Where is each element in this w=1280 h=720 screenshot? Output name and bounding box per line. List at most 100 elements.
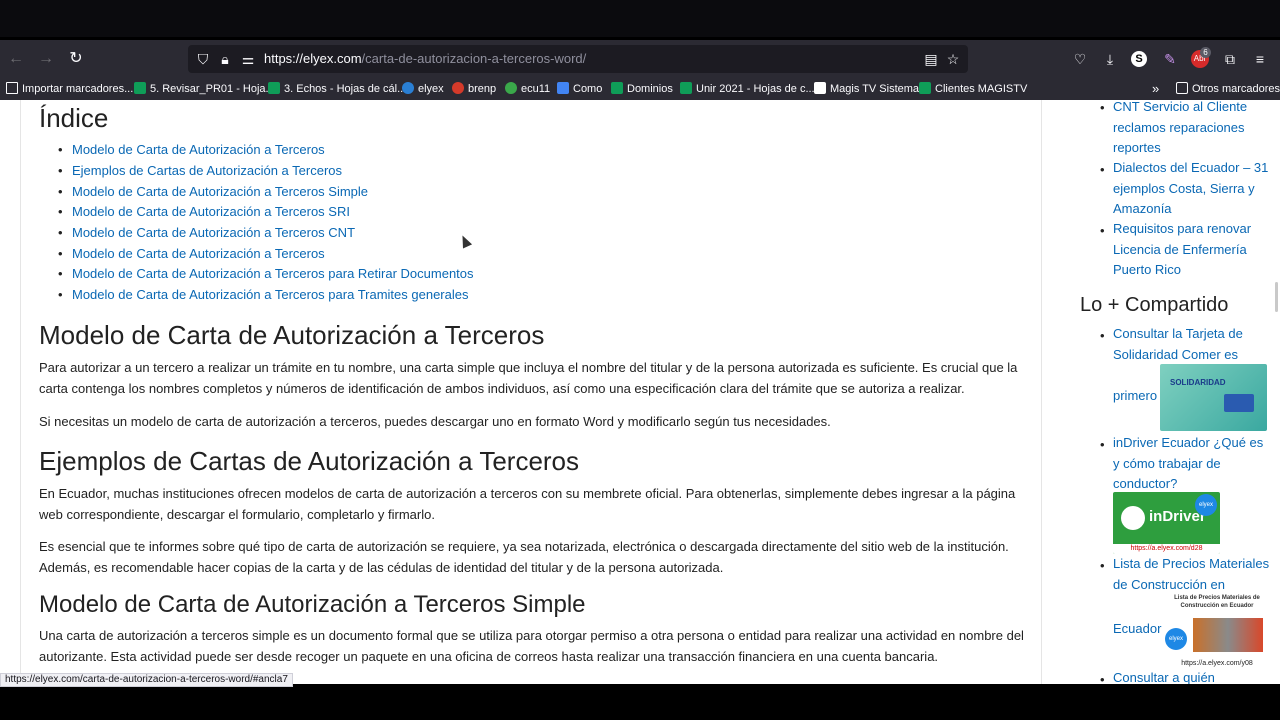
bullet-icon: • xyxy=(1100,558,1105,573)
feather-extension-icon[interactable]: ✎ xyxy=(1161,50,1179,68)
heading-simple: Modelo de Carta de Autorización a Tercer… xyxy=(39,591,586,618)
download-icon[interactable]: ⤓ xyxy=(1101,50,1119,68)
shared-link-tail[interactable]: primero xyxy=(1113,386,1163,407)
bookmark-como[interactable]: Como xyxy=(557,81,602,97)
forward-arrow-icon[interactable]: → xyxy=(36,49,56,69)
bookmark-label: Unir 2021 - Hojas de c... xyxy=(696,83,815,95)
pocket-icon[interactable]: ♡ xyxy=(1071,50,1089,68)
url-text[interactable]: https://elyex.com/carta-de-autorizacion-… xyxy=(264,51,586,66)
web-page: Índice Modelo de Carta de Autorización a… xyxy=(0,100,1280,684)
bookmark-label: elyex xyxy=(418,83,444,95)
paragraph: En Ecuador, muchas instituciones ofrecen… xyxy=(39,486,1016,522)
elyex-badge: elyex xyxy=(1195,494,1217,516)
bookmark-ecu11[interactable]: ecu11 xyxy=(505,81,550,97)
paragraph: Para autorizar a un tercero a realizar u… xyxy=(39,360,1018,396)
docs-icon xyxy=(557,82,569,94)
reload-icon[interactable]: ↻ xyxy=(66,49,86,69)
url-host: https://elyex.com xyxy=(264,51,362,66)
sheets-icon xyxy=(134,82,146,94)
import-icon xyxy=(6,82,18,94)
extensions-puzzle-icon[interactable]: ⧉ xyxy=(1221,50,1239,68)
heading-modelo: Modelo de Carta de Autorización a Tercer… xyxy=(39,320,545,350)
toc-link[interactable]: Modelo de Carta de Autorización a Tercer… xyxy=(58,287,469,302)
bookmark-label: Importar marcadores... xyxy=(22,83,134,95)
url-bar[interactable]: ⛉ 🔒︎ ⚌ https://elyex.com/carta-de-autori… xyxy=(188,45,968,73)
bookmark-star-icon[interactable]: ☆ xyxy=(944,50,962,68)
s-extension-icon[interactable]: S xyxy=(1131,51,1147,67)
bookmark-unir[interactable]: Unir 2021 - Hojas de c... xyxy=(680,81,815,97)
bookmark-magis[interactable]: Magis TV Sistema xyxy=(814,81,919,97)
sheets-icon xyxy=(268,82,280,94)
lock-icon[interactable]: 🔒︎ xyxy=(216,50,234,68)
bookmark-label: Dominios xyxy=(627,83,673,95)
toc-link[interactable]: Modelo de Carta de Autorización a Tercer… xyxy=(58,204,350,219)
sheets-icon xyxy=(919,82,931,94)
toc-link[interactable]: Modelo de Carta de Autorización a Tercer… xyxy=(58,225,355,240)
bookmark-dominios[interactable]: Dominios xyxy=(611,81,673,97)
back-arrow-icon[interactable]: ← xyxy=(6,49,26,69)
index-title: Índice xyxy=(39,103,109,133)
bookmark-otros[interactable]: Otros marcadores xyxy=(1176,81,1280,97)
paragraph: Si necesitas un modelo de carta de autor… xyxy=(39,414,831,429)
indriver-image[interactable]: inDriver elyex https://a.elyex.com/d28 xyxy=(1113,492,1220,554)
bullet-icon: • xyxy=(1100,100,1105,115)
elyex-badge: elyex xyxy=(1165,628,1187,650)
bookmark-label: 3. Echos - Hojas de cál... xyxy=(284,83,407,95)
heading-ejemplos: Ejemplos de Cartas de Autorización a Ter… xyxy=(39,446,580,476)
card-chip-icon xyxy=(1224,394,1254,412)
bookmark-echos[interactable]: 3. Echos - Hojas de cál... xyxy=(268,81,406,97)
toc-link[interactable]: Modelo de Carta de Autorización a Tercer… xyxy=(58,142,325,157)
toc-link[interactable]: Modelo de Carta de Autorización a Tercer… xyxy=(58,184,368,199)
bookmark-label: Como xyxy=(573,83,603,95)
sidebar-link[interactable]: Dialectos del Ecuador – 31 ejemplos Cost… xyxy=(1113,158,1273,220)
sidebar: • CNT Servicio al Cliente reclamos repar… xyxy=(1060,100,1280,684)
scrollbar-thumb[interactable] xyxy=(1275,282,1278,312)
sheets-icon xyxy=(680,82,692,94)
bookmark-label: Otros marcadores xyxy=(1192,83,1280,95)
bullet-icon: • xyxy=(1100,162,1105,177)
navigation-toolbar: ← → ↻ ⛉ 🔒︎ ⚌ https://elyex.com/carta-de-… xyxy=(0,40,1280,78)
globe-icon xyxy=(505,82,517,94)
bookmark-elyex[interactable]: elyex xyxy=(402,81,444,97)
bookmark-label: brenp xyxy=(468,83,497,95)
reader-view-icon[interactable]: ▤ xyxy=(922,50,940,68)
bullet-icon: • xyxy=(1100,672,1105,684)
solidaridad-brand: SOLIDARIDAD xyxy=(1170,378,1226,387)
toc-link[interactable]: Modelo de Carta de Autorización a Tercer… xyxy=(58,246,325,261)
bookmark-revisar[interactable]: 5. Revisar_PR01 - Hoja... xyxy=(134,81,275,97)
link-status-bar: https://elyex.com/carta-de-autorizacion-… xyxy=(0,673,293,687)
shared-link-consultar[interactable]: Consultar a quién xyxy=(1113,668,1273,684)
paragraph: Una carta de autorización a terceros sim… xyxy=(39,628,1024,664)
shield-icon[interactable]: ⛉ xyxy=(194,50,212,68)
permissions-icon[interactable]: ⚌ xyxy=(239,50,257,68)
globe-icon xyxy=(452,82,464,94)
shared-link-precios[interactable]: Lista de Precios Materiales de Construcc… xyxy=(1113,554,1273,595)
menu-hamburger-icon[interactable]: ≡ xyxy=(1251,50,1269,68)
solidaridad-card-image[interactable]: SOLIDARIDAD xyxy=(1160,364,1267,431)
bullet-icon: • xyxy=(1100,328,1105,343)
sidebar-link[interactable]: Requisitos para renovar Licencia de Enfe… xyxy=(1113,219,1273,281)
overflow-chevron-icon[interactable]: » xyxy=(1152,81,1159,97)
shared-link-indriver[interactable]: inDriver Ecuador ¿Qué es y cómo trabajar… xyxy=(1113,433,1273,495)
indriver-logo-icon xyxy=(1121,506,1145,530)
article: Índice Modelo de Carta de Autorización a… xyxy=(20,100,1042,684)
toc-link[interactable]: Ejemplos de Cartas de Autorización a Ter… xyxy=(58,163,342,178)
precios-title: Lista de Precios Materiales de Construcc… xyxy=(1174,595,1260,609)
bookmark-import[interactable]: Importar marcadores... xyxy=(6,81,133,97)
bookmark-clientes[interactable]: Clientes MAGISTV xyxy=(919,81,1027,97)
bookmark-label: Clientes MAGISTV xyxy=(935,83,1028,95)
sidebar-link[interactable]: CNT Servicio al Cliente reclamos reparac… xyxy=(1113,100,1273,159)
bullet-icon: • xyxy=(1100,437,1105,452)
title-bar xyxy=(0,0,1280,37)
adblock-badge: 6 xyxy=(1200,47,1211,58)
bullet-icon: • xyxy=(1100,223,1105,238)
bookmark-label: 5. Revisar_PR01 - Hoja... xyxy=(150,83,275,95)
bookmark-label: Magis TV Sistema xyxy=(830,83,920,95)
materials-picture xyxy=(1193,618,1263,652)
shared-link-solidaridad[interactable]: Consultar la Tarjeta de Solidaridad Come… xyxy=(1113,324,1273,365)
folder-icon xyxy=(1176,82,1188,94)
toc-link[interactable]: Modelo de Carta de Autorización a Tercer… xyxy=(58,266,474,281)
url-path: /carta-de-autorizacion-a-terceros-word/ xyxy=(361,51,587,66)
precios-image[interactable]: Lista de Precios Materiales de Construcc… xyxy=(1163,594,1271,669)
bookmark-brenp[interactable]: brenp xyxy=(452,81,496,97)
